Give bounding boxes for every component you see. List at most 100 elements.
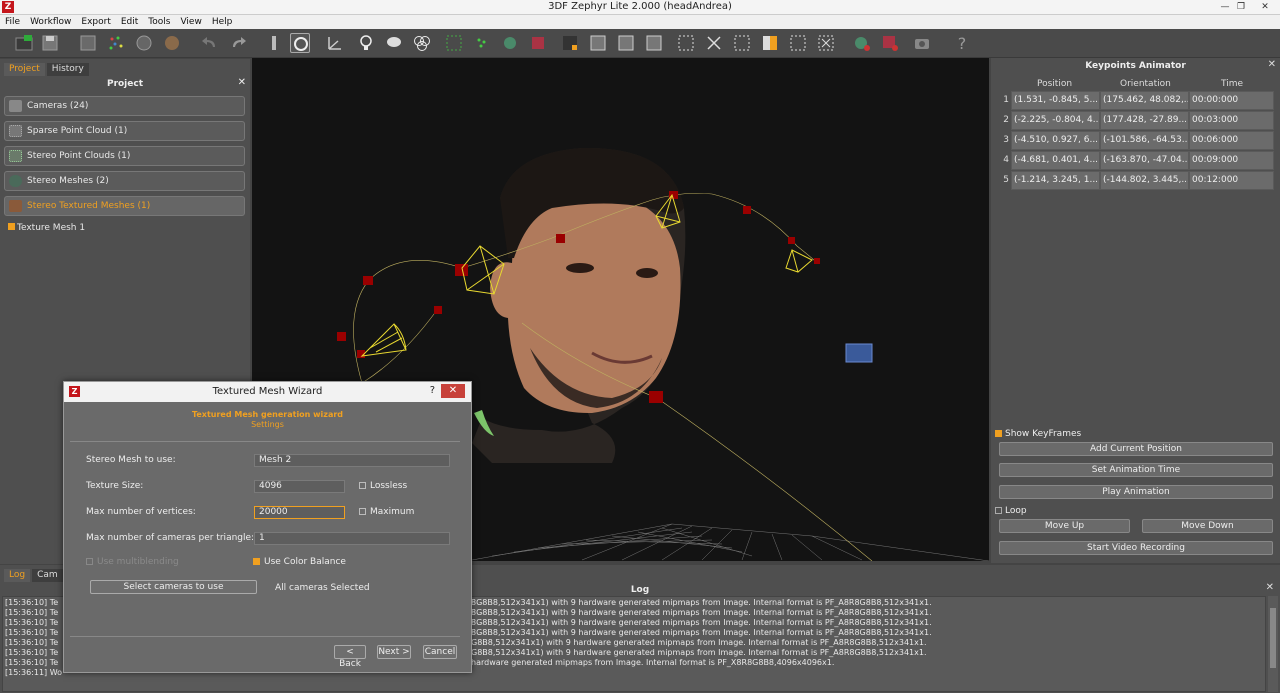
texture-size-select[interactable]: 4096 — [254, 480, 345, 493]
color-balance-icon[interactable] — [760, 33, 780, 53]
mesh-toggle-icon[interactable] — [162, 33, 182, 53]
orbit-tool-icon[interactable] — [290, 33, 310, 53]
lossless-checkbox[interactable]: Lossless — [359, 481, 407, 491]
position-cell[interactable]: (-4.510, 0.927, 6... — [1011, 131, 1100, 150]
new-project-icon[interactable] — [14, 33, 34, 53]
max-vertices-input[interactable]: 20000 — [254, 506, 345, 519]
texture-mesh-item[interactable]: Texture Mesh 1 — [8, 223, 85, 233]
close-icon[interactable]: ✕ — [238, 77, 246, 88]
bbox-icon[interactable] — [788, 33, 808, 53]
tab-log[interactable]: Log — [4, 569, 31, 582]
start-video-recording-button[interactable]: Start Video Recording — [999, 541, 1273, 555]
close-window-icon[interactable]: ✕ — [1258, 1, 1272, 13]
minimize-icon[interactable]: — — [1218, 1, 1232, 13]
position-cell[interactable]: (-2.225, -0.804, 4... — [1011, 111, 1100, 130]
play-animation-button[interactable]: Play Animation — [999, 485, 1273, 499]
back-button[interactable]: < Back — [334, 645, 366, 669]
project-item-textured-meshes[interactable]: Stereo Textured Meshes (1) — [4, 196, 245, 216]
menu-tools[interactable]: Tools — [143, 15, 175, 29]
rgb-channels-icon[interactable] — [412, 33, 432, 53]
close-icon[interactable]: ✕ — [1268, 59, 1276, 70]
add-current-position-button[interactable]: Add Current Position — [999, 442, 1273, 456]
select-remove-icon[interactable] — [732, 33, 752, 53]
sphere-icon[interactable] — [500, 33, 520, 53]
time-cell[interactable]: 00:00:000 — [1189, 91, 1274, 110]
cube-icon[interactable] — [528, 33, 548, 53]
tab-cameras[interactable]: Cam — [32, 569, 63, 582]
select-invert-icon[interactable] — [704, 33, 724, 53]
pan-tool-icon[interactable] — [264, 33, 284, 53]
use-color-balance-checkbox[interactable]: Use Color Balance — [253, 557, 346, 567]
orientation-cell[interactable]: (-101.586, -64.53... — [1100, 131, 1189, 150]
orientation-cell[interactable]: (175.462, 48.082,... — [1100, 91, 1189, 110]
checkbox-box[interactable] — [359, 508, 366, 515]
clear-selection-icon[interactable] — [816, 33, 836, 53]
checkbox-box[interactable] — [86, 558, 93, 565]
sparse-cloud-toggle-icon[interactable] — [106, 33, 126, 53]
checkbox-box[interactable] — [359, 482, 366, 489]
use-multiblending-checkbox[interactable]: Use multiblending — [86, 557, 179, 567]
help-icon[interactable]: ? — [952, 33, 972, 53]
log-scrollbar[interactable] — [1268, 596, 1278, 692]
stereo-mesh-select[interactable]: Mesh 2 — [254, 454, 450, 467]
screenshot-icon[interactable] — [912, 33, 932, 53]
position-cell[interactable]: (-1.214, 3.245, 1... — [1011, 171, 1100, 190]
camera-view-icon[interactable] — [78, 33, 98, 53]
redo-icon[interactable] — [228, 33, 248, 53]
menu-view[interactable]: View — [175, 15, 206, 29]
project-item-sparse-cloud[interactable]: Sparse Point Cloud (1) — [4, 121, 245, 141]
restore-icon[interactable]: ❐ — [1234, 1, 1248, 13]
axis-tool-icon[interactable] — [324, 33, 344, 53]
time-cell[interactable]: 00:03:000 — [1189, 111, 1274, 130]
menu-edit[interactable]: Edit — [116, 15, 143, 29]
move-down-button[interactable]: Move Down — [1142, 519, 1273, 533]
tab-project[interactable]: Project — [4, 63, 45, 76]
keyframe-row[interactable]: 5 (-1.214, 3.245, 1... (-144.802, 3.445,… — [999, 171, 1274, 191]
set-animation-time-button[interactable]: Set Animation Time — [999, 463, 1273, 477]
project-item-stereo-point-clouds[interactable]: Stereo Point Clouds (1) — [4, 146, 245, 166]
close-icon[interactable]: ✕ — [1266, 582, 1274, 593]
show-keyframes-checkbox[interactable]: Show KeyFrames — [995, 429, 1081, 439]
project-item-cameras[interactable]: Cameras (24) — [4, 96, 245, 116]
menu-workflow[interactable]: Workflow — [25, 15, 76, 29]
camera-thumbnail[interactable] — [845, 343, 873, 363]
control-points-icon[interactable] — [880, 33, 900, 53]
menu-export[interactable]: Export — [76, 15, 115, 29]
select-add-icon[interactable] — [676, 33, 696, 53]
save-project-icon[interactable] — [40, 33, 60, 53]
dense-cloud-toggle-icon[interactable] — [134, 33, 154, 53]
select-cameras-button[interactable]: Select cameras to use — [90, 580, 257, 594]
measure-icon[interactable] — [852, 33, 872, 53]
orientation-cell[interactable]: (-144.802, 3.445,... — [1100, 171, 1189, 190]
light-icon[interactable] — [356, 33, 376, 53]
comment-icon[interactable] — [384, 33, 404, 53]
visibility-checkbox[interactable] — [8, 223, 15, 230]
max-cameras-stepper[interactable]: 1 — [254, 532, 450, 545]
orientation-cell[interactable]: (177.428, -27.89... — [1100, 111, 1189, 130]
select-brush-icon[interactable] — [644, 33, 664, 53]
undo-icon[interactable] — [200, 33, 220, 53]
mesh-filter-icon[interactable] — [560, 33, 580, 53]
time-cell[interactable]: 00:09:000 — [1189, 151, 1274, 170]
project-item-stereo-meshes[interactable]: Stereo Meshes (2) — [4, 171, 245, 191]
scrollbar-thumb[interactable] — [1270, 608, 1276, 668]
maximum-checkbox[interactable]: Maximum — [359, 507, 414, 517]
position-cell[interactable]: (-4.681, 0.401, 4... — [1011, 151, 1100, 170]
menu-help[interactable]: Help — [207, 15, 238, 29]
keyframe-row[interactable]: 3 (-4.510, 0.927, 6... (-101.586, -64.53… — [999, 131, 1274, 151]
help-icon[interactable]: ? — [430, 385, 435, 396]
select-rect-icon[interactable] — [588, 33, 608, 53]
next-button[interactable]: Next > — [377, 645, 411, 659]
checkbox-box[interactable] — [995, 430, 1002, 437]
keyframe-row[interactable]: 2 (-2.225, -0.804, 4... (177.428, -27.89… — [999, 111, 1274, 131]
keyframe-row[interactable]: 4 (-4.681, 0.401, 4... (-163.870, -47.04… — [999, 151, 1274, 171]
checkbox-box[interactable] — [253, 558, 260, 565]
orientation-cell[interactable]: (-163.870, -47.04... — [1100, 151, 1189, 170]
cloud-select-icon[interactable] — [472, 33, 492, 53]
position-cell[interactable]: (1.531, -0.845, 5... — [1011, 91, 1100, 110]
tab-history[interactable]: History — [46, 63, 89, 76]
time-cell[interactable]: 00:06:000 — [1189, 131, 1274, 150]
checkbox-box[interactable] — [995, 507, 1002, 514]
cancel-button[interactable]: Cancel — [423, 645, 457, 659]
move-up-button[interactable]: Move Up — [999, 519, 1130, 533]
